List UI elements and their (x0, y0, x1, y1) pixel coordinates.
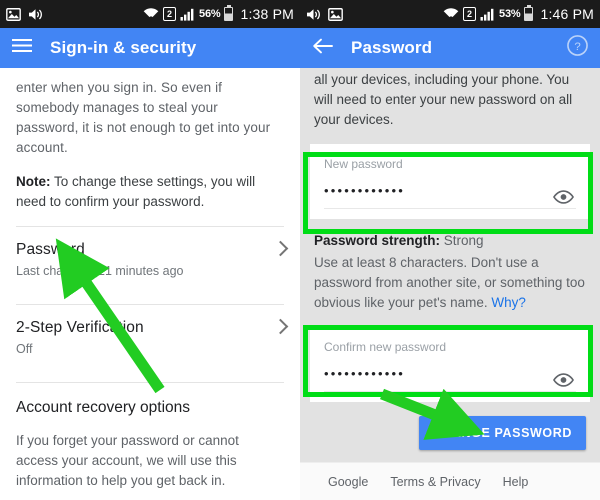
row-password[interactable]: Password Last changed: 21 minutes ago (0, 227, 300, 290)
right-status-bar-notifications (306, 7, 343, 21)
row-two-step-title: 2-Step Verification (16, 319, 144, 336)
change-password-button[interactable]: CHANGE PASSWORD (418, 416, 586, 450)
why-link[interactable]: Why? (491, 295, 526, 310)
sim-2-icon: 2 (463, 7, 477, 21)
cellular-signal-icon (180, 8, 195, 21)
section-heading-account-recovery: Account recovery options (16, 399, 191, 416)
image-icon (6, 7, 21, 21)
right-app-bar: Password ? (300, 28, 600, 68)
row-two-step-subtitle: Off (16, 342, 33, 356)
row-password-subtitle: Last changed: 21 minutes ago (16, 264, 184, 278)
highlight-new-password-field (303, 152, 593, 234)
image-icon (328, 7, 343, 21)
password-strength-label: Password strength: (314, 233, 441, 248)
left-scroll-content[interactable]: single-use code to your phone for you to… (0, 60, 300, 500)
page-title: Password (351, 38, 433, 57)
right-status-bar: 2 53% 1:46 PM (300, 0, 600, 28)
footer-link-terms-privacy[interactable]: Terms & Privacy (390, 475, 480, 489)
clock-label: 1:38 PM (240, 6, 294, 22)
left-status-bar-notifications (6, 7, 43, 21)
footer-link-google[interactable]: Google (328, 475, 368, 489)
highlight-confirm-password-field (303, 325, 593, 397)
help-circle-icon[interactable]: ? (567, 35, 588, 61)
right-screen-password: 2 53% 1:46 PM Password ? all your device… (300, 0, 600, 500)
section-paragraph: If you forget your password or cannot ac… (16, 433, 239, 488)
footer-link-help[interactable]: Help (503, 475, 529, 489)
volume-icon (28, 8, 43, 21)
volume-icon (306, 8, 321, 21)
clock-label: 1:46 PM (540, 6, 594, 22)
battery-percent-label: 53% (499, 8, 521, 20)
submit-row: CHANGE PASSWORD (300, 402, 600, 450)
row-password-title: Password (16, 241, 85, 258)
intro-paragraph: enter when you sign in. So even if someb… (16, 80, 271, 155)
dual-screenshot-container: 2 56% 1:38 PM Sign-in & security single-… (0, 0, 600, 500)
note-text: To change these settings, you will need … (16, 174, 256, 209)
cellular-signal-icon (480, 8, 495, 21)
back-arrow-icon[interactable] (312, 38, 333, 59)
footer-links: Google Terms & Privacy Help (300, 462, 600, 500)
password-hint: Use at least 8 characters. Don't use a p… (300, 251, 600, 313)
note-paragraph: Note: To change these settings, you will… (0, 158, 300, 212)
battery-icon (224, 5, 234, 21)
sim-2-icon: 2 (163, 7, 177, 21)
left-status-bar: 2 56% 1:38 PM (0, 0, 300, 28)
password-hint-text: Use at least 8 characters. Don't use a p… (314, 255, 585, 310)
note-label: Note: (16, 174, 51, 189)
battery-icon (524, 5, 534, 21)
left-app-bar: Sign-in & security (0, 28, 300, 68)
left-status-bar-system: 2 56% 1:38 PM (143, 5, 294, 22)
wifi-icon (443, 7, 459, 21)
page-title: Sign-in & security (50, 38, 197, 57)
right-scroll-content[interactable]: all your devices, including your phone. … (300, 68, 600, 500)
row-two-step-verification[interactable]: 2-Step Verification Off (0, 305, 300, 368)
wifi-icon (143, 7, 159, 21)
right-intro-paragraph: all your devices, including your phone. … (314, 72, 573, 127)
battery-percent-label: 56% (199, 8, 221, 20)
svg-text:?: ? (574, 41, 580, 53)
password-strength-value: Strong (440, 233, 484, 248)
hamburger-menu-icon[interactable] (12, 38, 32, 58)
right-status-bar-system: 2 53% 1:46 PM (443, 5, 594, 22)
left-screen-signin-security: 2 56% 1:38 PM Sign-in & security single-… (0, 0, 300, 500)
